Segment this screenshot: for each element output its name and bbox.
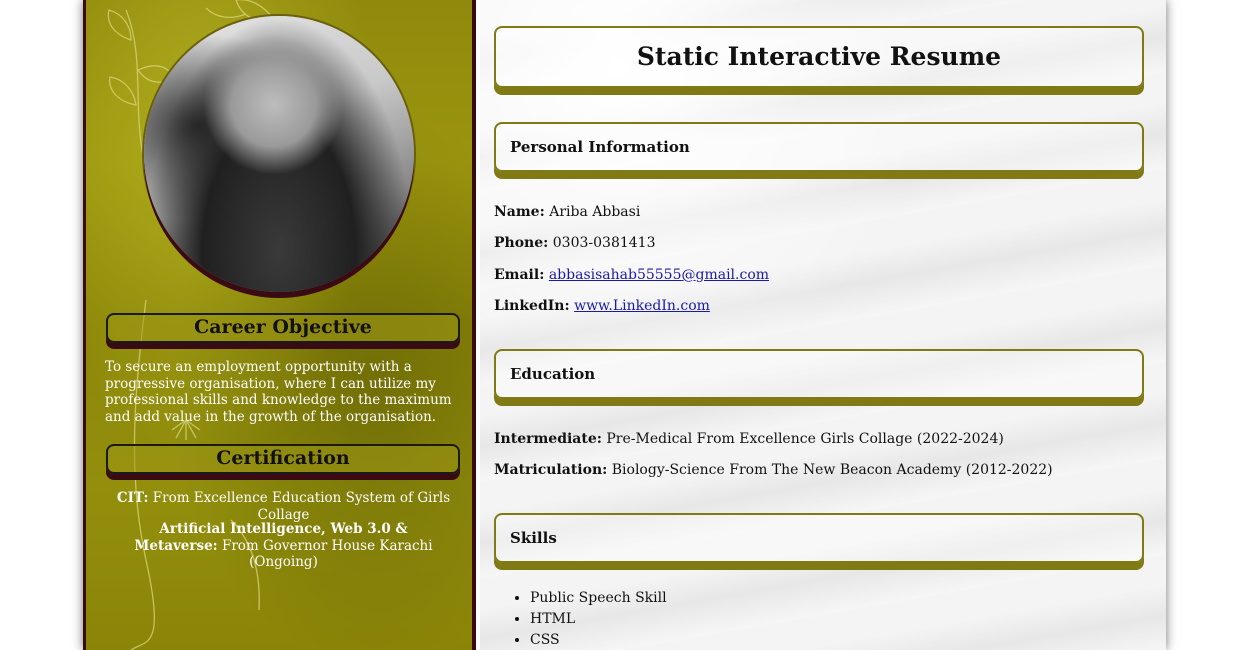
page-title: Static Interactive Resume <box>494 26 1144 88</box>
name-row: Name: Ariba Abbasi <box>494 204 640 220</box>
certification-heading: Certification <box>106 444 460 474</box>
education-text: Pre-Medical From Excellence Girls Collag… <box>606 431 1004 447</box>
name-value: Ariba Abbasi <box>549 204 641 220</box>
skill-item: CSS <box>530 630 667 650</box>
sidebar: Career Objective To secure an employment… <box>83 0 476 650</box>
education-heading: Education <box>494 349 1144 399</box>
personal-information-heading: Personal Information <box>494 122 1144 172</box>
linkedin-row: LinkedIn: www.LinkedIn.com <box>494 298 710 314</box>
name-label: Name: <box>494 204 545 220</box>
email-link[interactable]: abbasisahab55555@gmail.com <box>549 267 769 283</box>
certification-text: From Governor House Karachi (Ongoing) <box>221 537 433 571</box>
profile-photo <box>144 16 414 292</box>
profile-photo-frame <box>144 16 414 292</box>
career-objective-heading: Career Objective <box>106 313 460 343</box>
certification-item: CIT: From Excellence Education System of… <box>106 490 461 523</box>
certification-text: From Excellence Education System of Girl… <box>152 490 451 523</box>
email-row: Email: abbasisahab55555@gmail.com <box>494 267 769 283</box>
phone-value: 0303-0381413 <box>552 235 656 251</box>
education-text: Biology-Science From The New Beacon Acad… <box>611 462 1053 478</box>
linkedin-label: LinkedIn: <box>494 298 570 314</box>
resume-page: Career Objective To secure an employment… <box>83 0 1166 650</box>
skills-heading: Skills <box>494 513 1144 563</box>
education-item: Matriculation: Biology-Science From The … <box>494 462 1053 478</box>
phone-row: Phone: 0303-0381413 <box>494 235 655 251</box>
skill-item: Public Speech Skill <box>530 588 667 609</box>
email-label: Email: <box>494 267 545 283</box>
education-label: Intermediate: <box>494 431 602 447</box>
main-content: Static Interactive Resume Personal Infor… <box>480 0 1166 650</box>
skills-list: Public Speech Skill HTML CSS <box>494 588 667 650</box>
certification-item: Artificial Intelligence, Web 3.0 & Metav… <box>116 521 451 571</box>
linkedin-link[interactable]: www.LinkedIn.com <box>574 298 710 314</box>
career-objective-text: To secure an employment opportunity with… <box>105 359 452 425</box>
certification-label: CIT: <box>116 490 149 506</box>
phone-label: Phone: <box>494 235 549 251</box>
education-item: Intermediate: Pre-Medical From Excellenc… <box>494 431 1004 447</box>
education-label: Matriculation: <box>494 462 608 478</box>
skill-item: HTML <box>530 609 667 630</box>
